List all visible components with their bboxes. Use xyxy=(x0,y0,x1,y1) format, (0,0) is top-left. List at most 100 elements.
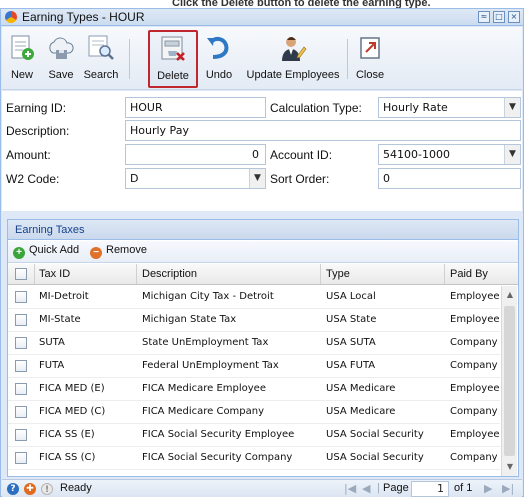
description-input[interactable]: Hourly Pay xyxy=(125,120,521,141)
cell-description: FICA Medicare Company xyxy=(142,406,265,417)
save-button[interactable]: Save xyxy=(44,31,78,85)
w2-code-select[interactable]: D ▼ xyxy=(125,168,266,189)
quick-add-button[interactable]: + Quick Add xyxy=(13,244,79,260)
scroll-thumb[interactable] xyxy=(504,306,515,456)
main-toolbar: New Save Search Delete Undo Update Emplo… xyxy=(2,27,522,90)
remove-icon: − xyxy=(90,247,102,259)
cell-tax-id: FICA MED (E) xyxy=(39,383,105,394)
sort-order-label: Sort Order: xyxy=(270,172,330,186)
table-row[interactable]: FICA MED (C) FICA Medicare Company USA M… xyxy=(8,401,500,424)
page-separator: | xyxy=(377,482,380,494)
column-header-type[interactable]: Type xyxy=(326,268,350,280)
earning-taxes-panel: Earning Taxes + Quick Add − Remove Tax ID … xyxy=(7,219,519,477)
undo-button[interactable]: Undo xyxy=(202,31,236,85)
select-all-checkbox[interactable] xyxy=(15,268,27,280)
table-row[interactable]: FICA MED (E) FICA Medicare Employee USA … xyxy=(8,378,500,401)
cell-paid-by: Company xyxy=(450,406,498,417)
row-checkbox[interactable] xyxy=(15,337,27,349)
add-icon: + xyxy=(13,247,25,259)
next-page-icon[interactable]: ▶ xyxy=(484,482,492,495)
delete-icon xyxy=(161,36,185,61)
last-page-icon[interactable]: ▶| xyxy=(502,482,514,495)
table-row[interactable]: FICA SS (C) FICA Social Security Company… xyxy=(8,447,500,470)
cell-paid-by: Employee xyxy=(450,291,500,302)
cell-type: USA Medicare xyxy=(326,383,396,394)
restore-button[interactable]: ≈ xyxy=(478,11,490,23)
cell-tax-id: MI-Detroit xyxy=(39,291,89,302)
chevron-down-icon[interactable]: ▼ xyxy=(249,169,265,188)
column-header-paid-by[interactable]: Paid By xyxy=(450,268,488,280)
chevron-down-icon[interactable]: ▼ xyxy=(504,145,520,164)
scroll-up-icon[interactable]: ▲ xyxy=(502,288,518,302)
sort-order-input[interactable]: 0 xyxy=(378,168,521,189)
column-divider xyxy=(34,264,35,284)
earning-taxes-title: Earning Taxes xyxy=(8,220,518,240)
cell-description: Michigan State Tax xyxy=(142,314,237,325)
close-button[interactable]: Close xyxy=(353,31,387,85)
lightbulb-icon[interactable]: ! xyxy=(41,483,53,495)
update-employees-icon xyxy=(282,37,307,61)
cell-type: USA State xyxy=(326,314,377,325)
close-label: Close xyxy=(355,69,385,81)
cell-type: USA SUTA xyxy=(326,337,376,348)
cell-tax-id: FICA SS (C) xyxy=(39,452,96,463)
calculation-type-value: Hourly Rate xyxy=(383,101,448,114)
scroll-down-icon[interactable]: ▼ xyxy=(502,460,518,474)
search-button[interactable]: Search xyxy=(82,31,120,85)
cell-tax-id: MI-State xyxy=(39,314,81,325)
undo-label: Undo xyxy=(205,69,233,81)
calculation-type-label: Calculation Type: xyxy=(270,101,362,115)
cell-type: USA Social Security xyxy=(326,452,424,463)
column-header-tax-id[interactable]: Tax ID xyxy=(39,268,70,280)
delete-button[interactable]: Delete xyxy=(148,30,198,88)
table-row[interactable]: FICA SS (E) FICA Social Security Employe… xyxy=(8,424,500,447)
grid-scrollbar[interactable]: ▲ ▼ xyxy=(501,286,517,476)
update-employees-button[interactable]: Update Employees xyxy=(244,31,342,85)
quick-add-label: Quick Add xyxy=(29,244,80,256)
table-row[interactable]: FUTA Federal UnEmployment Tax USA FUTA C… xyxy=(8,355,500,378)
row-checkbox[interactable] xyxy=(15,406,27,418)
new-button[interactable]: New xyxy=(5,31,39,85)
row-checkbox[interactable] xyxy=(15,360,27,372)
calculation-type-select[interactable]: Hourly Rate ▼ xyxy=(378,97,521,118)
search-label: Search xyxy=(83,69,119,81)
cell-description: Michigan City Tax - Detroit xyxy=(142,291,274,302)
title-bar: Earning Types - HOUR ≈ □ × xyxy=(1,9,523,26)
amount-input[interactable]: 0 xyxy=(125,144,266,165)
close-window-button[interactable]: × xyxy=(508,11,520,23)
save-label: Save xyxy=(48,69,74,81)
remove-button[interactable]: − Remove xyxy=(90,244,147,260)
row-checkbox[interactable] xyxy=(15,429,27,441)
page-number-input[interactable]: 1 xyxy=(411,481,449,497)
earning-id-input[interactable]: HOUR xyxy=(125,97,266,118)
table-row[interactable]: MI-Detroit Michigan City Tax - Detroit U… xyxy=(8,286,500,309)
page-count: of 1 xyxy=(454,482,473,494)
previous-page-icon[interactable]: ◀ xyxy=(362,482,370,495)
row-checkbox[interactable] xyxy=(15,291,27,303)
earning-form: Earning ID: HOUR Calculation Type: Hourl… xyxy=(2,91,522,211)
new-document-icon xyxy=(11,35,34,60)
cell-description: FICA Medicare Employee xyxy=(142,383,266,394)
grid-header: Tax ID Description Type Paid By xyxy=(8,264,518,285)
support-icon[interactable]: ✚ xyxy=(24,483,36,495)
account-id-value: 54100-1000 xyxy=(383,148,450,161)
close-window-icon xyxy=(360,37,380,59)
cell-type: USA Local xyxy=(326,291,376,302)
chevron-down-icon[interactable]: ▼ xyxy=(504,98,520,117)
table-row[interactable]: SUTA State UnEmployment Tax USA SUTA Com… xyxy=(8,332,500,355)
search-icon xyxy=(88,35,114,60)
account-id-select[interactable]: 54100-1000 ▼ xyxy=(378,144,521,165)
delete-label: Delete xyxy=(157,70,189,82)
column-header-description[interactable]: Description xyxy=(142,268,197,280)
row-checkbox[interactable] xyxy=(15,383,27,395)
maximize-button[interactable]: □ xyxy=(493,11,505,23)
help-icon[interactable]: ? xyxy=(7,483,19,495)
cell-paid-by: Employee xyxy=(450,429,500,440)
table-row[interactable]: MI-State Michigan State Tax USA State Em… xyxy=(8,309,500,332)
amount-label: Amount: xyxy=(6,148,51,162)
row-checkbox[interactable] xyxy=(15,452,27,464)
row-checkbox[interactable] xyxy=(15,314,27,326)
column-divider xyxy=(444,264,445,284)
first-page-icon[interactable]: |◀ xyxy=(344,482,356,495)
cell-description: Federal UnEmployment Tax xyxy=(142,360,279,371)
